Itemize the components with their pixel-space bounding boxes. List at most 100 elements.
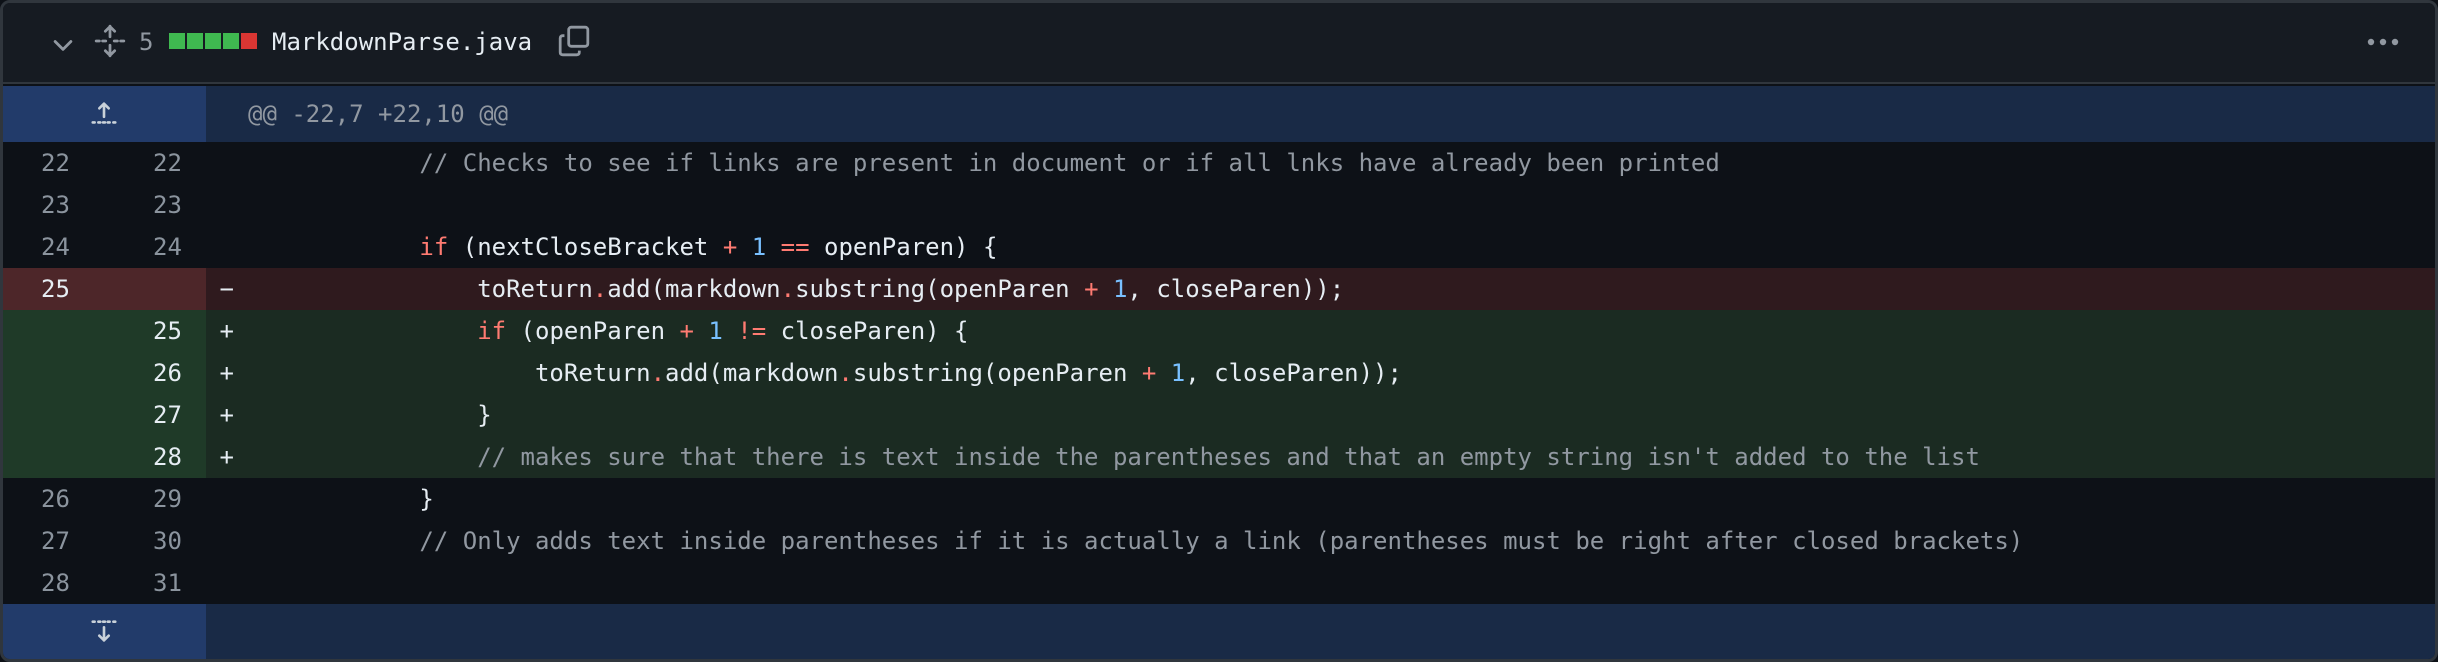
code-token: 1 (751, 233, 767, 261)
diff-marker (206, 478, 246, 520)
old-line-number[interactable]: 27 (3, 520, 104, 562)
file-diff: 5 MarkdownParse.java @@ -22,7 +22,10 @@ … (0, 0, 2438, 662)
diff-marker (206, 562, 246, 604)
new-line-number[interactable]: 30 (104, 520, 206, 562)
code-token: != (737, 317, 767, 345)
new-line-number[interactable] (104, 268, 206, 310)
code-token: . (592, 275, 608, 303)
expand-down-gutter[interactable] (3, 604, 206, 659)
expand-down-icon[interactable] (89, 616, 119, 646)
diffstat-block (187, 33, 203, 49)
code-line: // Only adds text inside parentheses if … (246, 520, 2435, 562)
code-token: + (1141, 359, 1157, 387)
context-line-row: 24 24 if (nextCloseBracket + 1 == openPar… (3, 226, 2435, 268)
diff-marker: + (219, 401, 234, 429)
code-token: , closeParen)); (1185, 359, 1402, 387)
file-name[interactable]: MarkdownParse.java (272, 25, 532, 59)
code-token: , closeParen)); (1127, 275, 1345, 303)
diff-table: @@ -22,7 +22,10 @@ 22 22 // Checks to see… (3, 86, 2435, 659)
code-token: 1 (1112, 275, 1128, 303)
new-line-number[interactable]: 25 (104, 310, 206, 352)
diff-marker (206, 520, 246, 562)
old-line-number[interactable]: 23 (3, 184, 104, 226)
line-number-gutter: 25 (3, 268, 206, 310)
code-token: + (679, 317, 694, 345)
diff-marker (206, 226, 246, 268)
added-line-row: 27 + } (3, 394, 2435, 436)
code-token: substring(openParen (795, 275, 1085, 303)
line-number-gutter: 27 30 (3, 520, 206, 562)
code-token: if (477, 317, 507, 345)
context-line-row: 28 31 (3, 562, 2435, 604)
code-line: toReturn.add(markdown.substring(openPare… (246, 268, 2435, 310)
new-line-number[interactable]: 23 (104, 184, 206, 226)
context-line-row: 22 22 // Checks to see if links are prese… (3, 142, 2435, 184)
code-token: 1 (1170, 359, 1186, 387)
old-line-number[interactable]: 28 (3, 562, 104, 604)
old-line-number[interactable] (3, 394, 104, 436)
old-line-number[interactable]: 22 (3, 142, 104, 184)
code-token: . (650, 359, 666, 387)
line-number-gutter: 27 (3, 394, 206, 436)
code-token: closeParen) { (766, 317, 969, 345)
old-line-number[interactable]: 25 (3, 268, 104, 310)
more-options-icon[interactable] (2363, 25, 2403, 59)
old-line-number[interactable] (3, 310, 104, 352)
new-line-number[interactable]: 28 (104, 436, 206, 478)
hunk-header: @@ -22,7 +22,10 @@ (248, 100, 509, 128)
diff-marker (206, 184, 246, 226)
code-token: toReturn (246, 275, 593, 303)
line-number-gutter: 28 (3, 436, 206, 478)
code-token: // makes sure that there is text inside … (477, 443, 1980, 471)
code-token: substring(openParen (852, 359, 1142, 387)
new-line-number[interactable]: 31 (104, 562, 206, 604)
context-line-row: 27 30 // Only adds text inside parenthese… (3, 520, 2435, 562)
new-line-number[interactable]: 27 (104, 394, 206, 436)
diff-marker: − (219, 275, 234, 303)
new-line-number[interactable]: 29 (104, 478, 206, 520)
diffstat-block (205, 33, 221, 49)
code-token: openParen) { (809, 233, 998, 261)
new-line-number[interactable]: 24 (104, 226, 206, 268)
deleted-line-row: 25 − toReturn.add(markdown.substring(open… (3, 268, 2435, 310)
code-token: (nextCloseBracket (448, 233, 723, 261)
hunk-expand-gutter[interactable] (3, 86, 206, 142)
code-line: } (246, 478, 2435, 520)
code-line: // Checks to see if links are present in… (246, 142, 2435, 184)
code-line: } (246, 394, 2435, 436)
code-token: toReturn (246, 359, 651, 387)
expand-up-icon[interactable] (89, 98, 119, 128)
file-header: 5 MarkdownParse.java (3, 3, 2435, 84)
diff-marker: + (219, 359, 234, 387)
line-number-gutter: 24 24 (3, 226, 206, 268)
diff-marker: + (219, 317, 234, 345)
chevron-down-icon[interactable] (49, 31, 77, 59)
expand-all-icon[interactable] (93, 23, 127, 59)
code-line: toReturn.add(markdown.substring(openPare… (246, 352, 2435, 394)
added-line-row: 26 + toReturn.add(markdown.substring(open… (3, 352, 2435, 394)
line-number-gutter: 23 23 (3, 184, 206, 226)
code-line: if (nextCloseBracket + 1 == openParen) { (246, 226, 2435, 268)
diff-marker: + (219, 443, 234, 471)
diffstat-bar (169, 33, 259, 51)
old-line-number[interactable] (3, 352, 104, 394)
old-line-number[interactable] (3, 436, 104, 478)
code-token: add(markdown (665, 359, 839, 387)
copy-icon[interactable] (557, 23, 591, 59)
old-line-number[interactable]: 26 (3, 478, 104, 520)
context-line-row: 26 29 } (3, 478, 2435, 520)
new-line-number[interactable]: 22 (104, 142, 206, 184)
old-line-number[interactable]: 24 (3, 226, 104, 268)
diffstat-block (169, 33, 185, 49)
code-token: + (722, 233, 738, 261)
code-token: . (780, 275, 796, 303)
new-line-number[interactable]: 26 (104, 352, 206, 394)
